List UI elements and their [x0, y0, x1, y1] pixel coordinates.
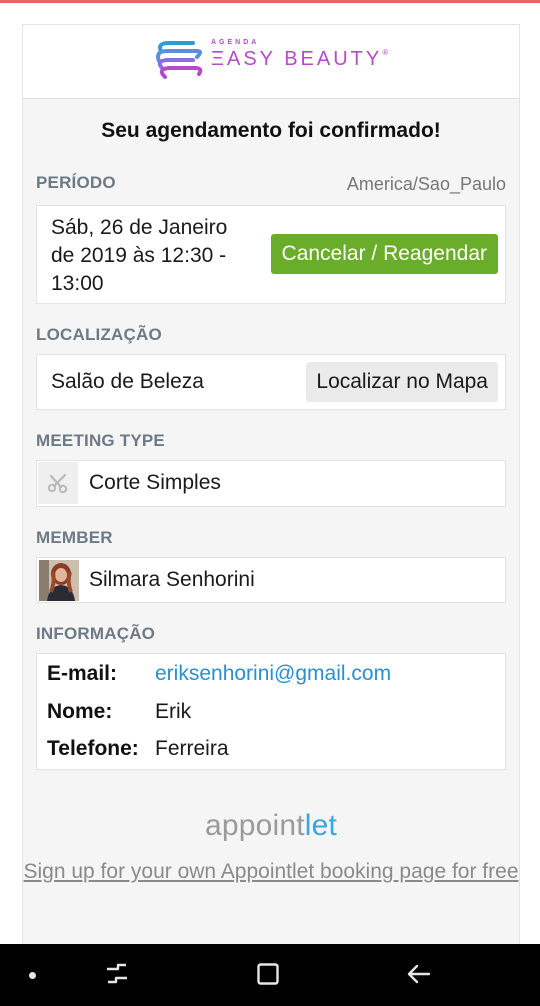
dot-icon[interactable]	[29, 972, 36, 979]
logo-swirl-icon	[156, 41, 203, 79]
info-row-name: Nome: Erik	[47, 700, 191, 724]
meeting-type-value: Corte Simples	[89, 471, 221, 494]
locate-on-map-button[interactable]: Localizar no Mapa	[306, 362, 498, 402]
easy-beauty-logo[interactable]: AGENDA ΞASY BEAUTY®	[153, 39, 393, 83]
logo-agenda-text: AGENDA	[211, 39, 260, 46]
top-accent-line	[0, 0, 540, 3]
booking-card: AGENDA ΞASY BEAUTY® Seu agendamento foi …	[22, 24, 520, 944]
timezone-label: America/Sao_Paulo	[346, 174, 506, 194]
appointlet-logo[interactable]: appointlet	[23, 809, 519, 843]
info-key: Telefone:	[47, 737, 139, 760]
email-link[interactable]: eriksenhorini@gmail.com	[155, 662, 391, 685]
android-nav-bar	[0, 944, 540, 1006]
member-label: MEMBER	[36, 528, 113, 547]
period-box: Sáb, 26 de Janeiro de 2019 às 12:30 - 13…	[36, 205, 506, 304]
info-row-email: E-mail: eriksenhorini@gmail.com	[47, 662, 391, 686]
confirmation-title: Seu agendamento foi confirmado!	[101, 119, 441, 142]
header: AGENDA ΞASY BEAUTY®	[23, 25, 519, 99]
logo-name: ΞASY BEAUTY®	[211, 48, 389, 70]
member-name: Silmara Senhorini	[89, 568, 255, 591]
location-box: Salão de Beleza Localizar no Mapa	[36, 354, 506, 410]
cancel-reschedule-button[interactable]: Cancelar / Reagendar	[270, 234, 498, 274]
info-value: Ferreira	[155, 737, 229, 760]
information-box: E-mail: eriksenhorini@gmail.com Nome: Erik…	[36, 653, 506, 770]
home-icon[interactable]	[256, 962, 280, 986]
meeting-type-label: MEETING TYPE	[36, 431, 165, 450]
back-icon[interactable]	[406, 962, 432, 986]
member-avatar	[39, 560, 79, 601]
signup-link[interactable]: Sign up for your own Appointlet booking …	[23, 859, 519, 885]
period-datetime: Sáb, 26 de Janeiro de 2019 às 12:30 - 13…	[51, 216, 228, 295]
info-key: E-mail:	[47, 662, 118, 685]
period-label: PERÍODO	[36, 173, 116, 192]
location-place: Salão de Beleza	[51, 370, 204, 393]
information-label: INFORMAÇÃO	[36, 624, 156, 643]
member-box: Silmara Senhorini	[36, 557, 506, 603]
info-row-phone: Telefone: Ferreira	[47, 737, 229, 761]
meeting-type-box: Corte Simples	[36, 460, 506, 507]
info-value: Erik	[155, 700, 192, 723]
location-label: LOCALIZAÇÃO	[36, 325, 162, 344]
recent-apps-icon[interactable]	[104, 962, 130, 986]
scissors-icon	[38, 462, 78, 504]
info-key: Nome:	[47, 700, 113, 723]
